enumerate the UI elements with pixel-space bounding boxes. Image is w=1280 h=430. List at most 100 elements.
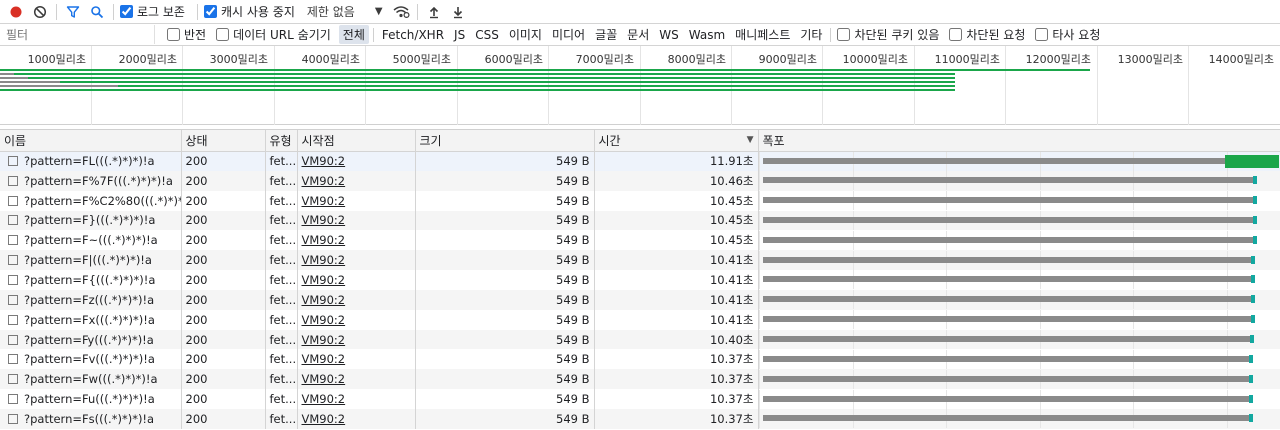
request-waterfall[interactable] [758,349,1280,370]
blocked-cookies-input[interactable] [837,28,851,41]
preserve-log-checkbox[interactable]: 로그 보존 [118,3,185,20]
hide-data-url-input[interactable] [216,28,230,41]
request-waterfall[interactable] [758,329,1280,350]
row-checkbox[interactable] [8,354,18,365]
request-name[interactable]: ?pattern=F|(((.*)*)*)!a [0,250,182,271]
type-filter-doc[interactable]: 문서 [623,25,653,44]
request-name[interactable]: ?pattern=F}(((.*)*)*)!a [0,210,182,231]
hide-data-url-checkbox[interactable]: 데이터 URL 숨기기 [214,26,331,43]
request-name[interactable]: ?pattern=Fv(((.*)*)*)!a [0,349,182,370]
column-header-name[interactable]: 이름 [0,130,182,152]
export-har-icon[interactable] [446,1,470,23]
request-initiator[interactable]: VM90:2 [297,170,416,191]
row-checkbox[interactable] [8,274,18,285]
request-name[interactable]: ?pattern=FL(((.*)*)*)!a [0,151,182,171]
blocked-requests-checkbox[interactable]: 차단된 요청 [947,26,1025,43]
type-filter-image[interactable]: 이미지 [505,25,546,44]
table-row[interactable]: ?pattern=F%7F(((.*)*)*)!a 200 fet... VM90:2… [0,170,1280,191]
type-filter-manifest[interactable]: 매니페스트 [731,25,794,44]
table-row[interactable]: ?pattern=Fz(((.*)*)*)!a 200 fet... VM90:2 54… [0,289,1280,310]
throttle-select[interactable]: 제한 없음 ▼ [307,3,383,20]
table-row[interactable]: ?pattern=F~(((.*)*)*)!a 200 fet... VM90:2 54… [0,230,1280,251]
column-header-size[interactable]: 크기 [415,130,595,152]
request-waterfall[interactable] [758,170,1280,191]
request-name[interactable]: ?pattern=Fz(((.*)*)*)!a [0,289,182,310]
table-row[interactable]: ?pattern=Fs(((.*)*)*)!a 200 fet... VM90:2 54… [0,408,1280,429]
request-initiator[interactable]: VM90:2 [297,369,416,390]
request-name[interactable]: ?pattern=Fs(((.*)*)*)!a [0,408,182,429]
request-initiator[interactable]: VM90:2 [297,151,416,171]
preserve-log-input[interactable] [120,5,133,18]
request-waterfall[interactable] [758,369,1280,390]
request-initiator[interactable]: VM90:2 [297,289,416,310]
table-row[interactable]: ?pattern=Fu(((.*)*)*)!a 200 fet... VM90:2 54… [0,389,1280,409]
request-name[interactable]: ?pattern=Fy(((.*)*)*)!a [0,329,182,350]
row-checkbox[interactable] [8,314,18,325]
third-party-checkbox[interactable]: 타사 요청 [1033,26,1100,43]
request-initiator[interactable]: VM90:2 [297,309,416,330]
import-har-icon[interactable] [422,1,446,23]
request-initiator[interactable]: VM90:2 [297,190,416,211]
table-row[interactable]: ?pattern=F}(((.*)*)*)!a 200 fet... VM90:2 54… [0,210,1280,231]
clear-icon[interactable] [28,1,52,23]
column-header-time[interactable]: 시간 ▼ [594,130,759,152]
row-checkbox[interactable] [8,215,18,226]
row-checkbox[interactable] [8,255,18,266]
search-icon[interactable] [85,1,109,23]
type-filter-ws[interactable]: WS [655,27,682,43]
request-name[interactable]: ?pattern=Fw(((.*)*)*)!a [0,369,182,390]
request-waterfall[interactable] [758,309,1280,330]
type-filter-js[interactable]: JS [450,27,469,43]
request-initiator[interactable]: VM90:2 [297,408,416,429]
column-header-status[interactable]: 상태 [181,130,266,152]
request-name[interactable]: ?pattern=Fx(((.*)*)*)!a [0,309,182,330]
request-waterfall[interactable] [758,389,1280,409]
request-waterfall[interactable] [758,289,1280,310]
table-row[interactable]: ?pattern=Fw(((.*)*)*)!a 200 fet... VM90:2 54… [0,369,1280,390]
disable-cache-checkbox[interactable]: 캐시 사용 중지 [202,3,295,20]
request-initiator[interactable]: VM90:2 [297,329,416,350]
table-row[interactable]: ?pattern=FL(((.*)*)*)!a 200 fet... VM90:2 54… [0,151,1280,171]
row-checkbox[interactable] [8,374,18,385]
disable-cache-input[interactable] [203,5,217,18]
request-name[interactable]: ?pattern=F%C2%80(((.*)*)*)!a [0,190,182,211]
timeline-overview[interactable]: 1000밀리초 2000밀리초 3000밀리초 4000밀리초 5000밀리초 … [0,46,1280,125]
column-header-initiator[interactable]: 시작점 [297,130,416,152]
type-filter-media[interactable]: 미디어 [548,25,589,44]
type-filter-wasm[interactable]: Wasm [685,27,729,43]
request-waterfall[interactable] [758,250,1280,271]
type-filter-fetch-xhr[interactable]: Fetch/XHR [378,27,448,43]
row-checkbox[interactable] [8,235,18,246]
type-filter-all[interactable]: 전체 [338,25,369,44]
request-initiator[interactable]: VM90:2 [297,230,416,251]
invert-checkbox[interactable]: 반전 [165,26,206,43]
request-waterfall[interactable] [758,190,1280,211]
request-name[interactable]: ?pattern=F{(((.*)*)*)!a [0,270,182,290]
request-initiator[interactable]: VM90:2 [297,349,416,370]
row-checkbox[interactable] [8,413,18,424]
table-row[interactable]: ?pattern=F|(((.*)*)*)!a 200 fet... VM90:2 54… [0,250,1280,271]
table-row[interactable]: ?pattern=Fy(((.*)*)*)!a 200 fet... VM90:2 54… [0,329,1280,350]
type-filter-font[interactable]: 글꼴 [591,25,621,44]
column-header-type[interactable]: 유형 [265,130,298,152]
request-initiator[interactable]: VM90:2 [297,270,416,290]
request-initiator[interactable]: VM90:2 [297,250,416,271]
request-waterfall[interactable] [758,230,1280,251]
row-checkbox[interactable] [8,294,18,305]
row-checkbox[interactable] [8,156,18,167]
network-conditions-icon[interactable] [389,1,413,23]
request-waterfall[interactable] [758,210,1280,231]
third-party-input[interactable] [1035,28,1049,41]
row-checkbox[interactable] [8,175,18,186]
blocked-cookies-checkbox[interactable]: 차단된 쿠키 있음 [835,26,939,43]
request-initiator[interactable]: VM90:2 [297,210,416,231]
request-name[interactable]: ?pattern=F~(((.*)*)*)!a [0,230,182,251]
request-name[interactable]: ?pattern=Fu(((.*)*)*)!a [0,389,182,409]
blocked-requests-input[interactable] [949,28,963,41]
request-waterfall[interactable] [758,270,1280,290]
request-waterfall[interactable] [758,408,1280,429]
table-row[interactable]: ?pattern=Fx(((.*)*)*)!a 200 fet... VM90:2 54… [0,309,1280,330]
row-checkbox[interactable] [8,334,18,345]
invert-input[interactable] [167,28,180,41]
filter-icon[interactable] [61,1,85,23]
